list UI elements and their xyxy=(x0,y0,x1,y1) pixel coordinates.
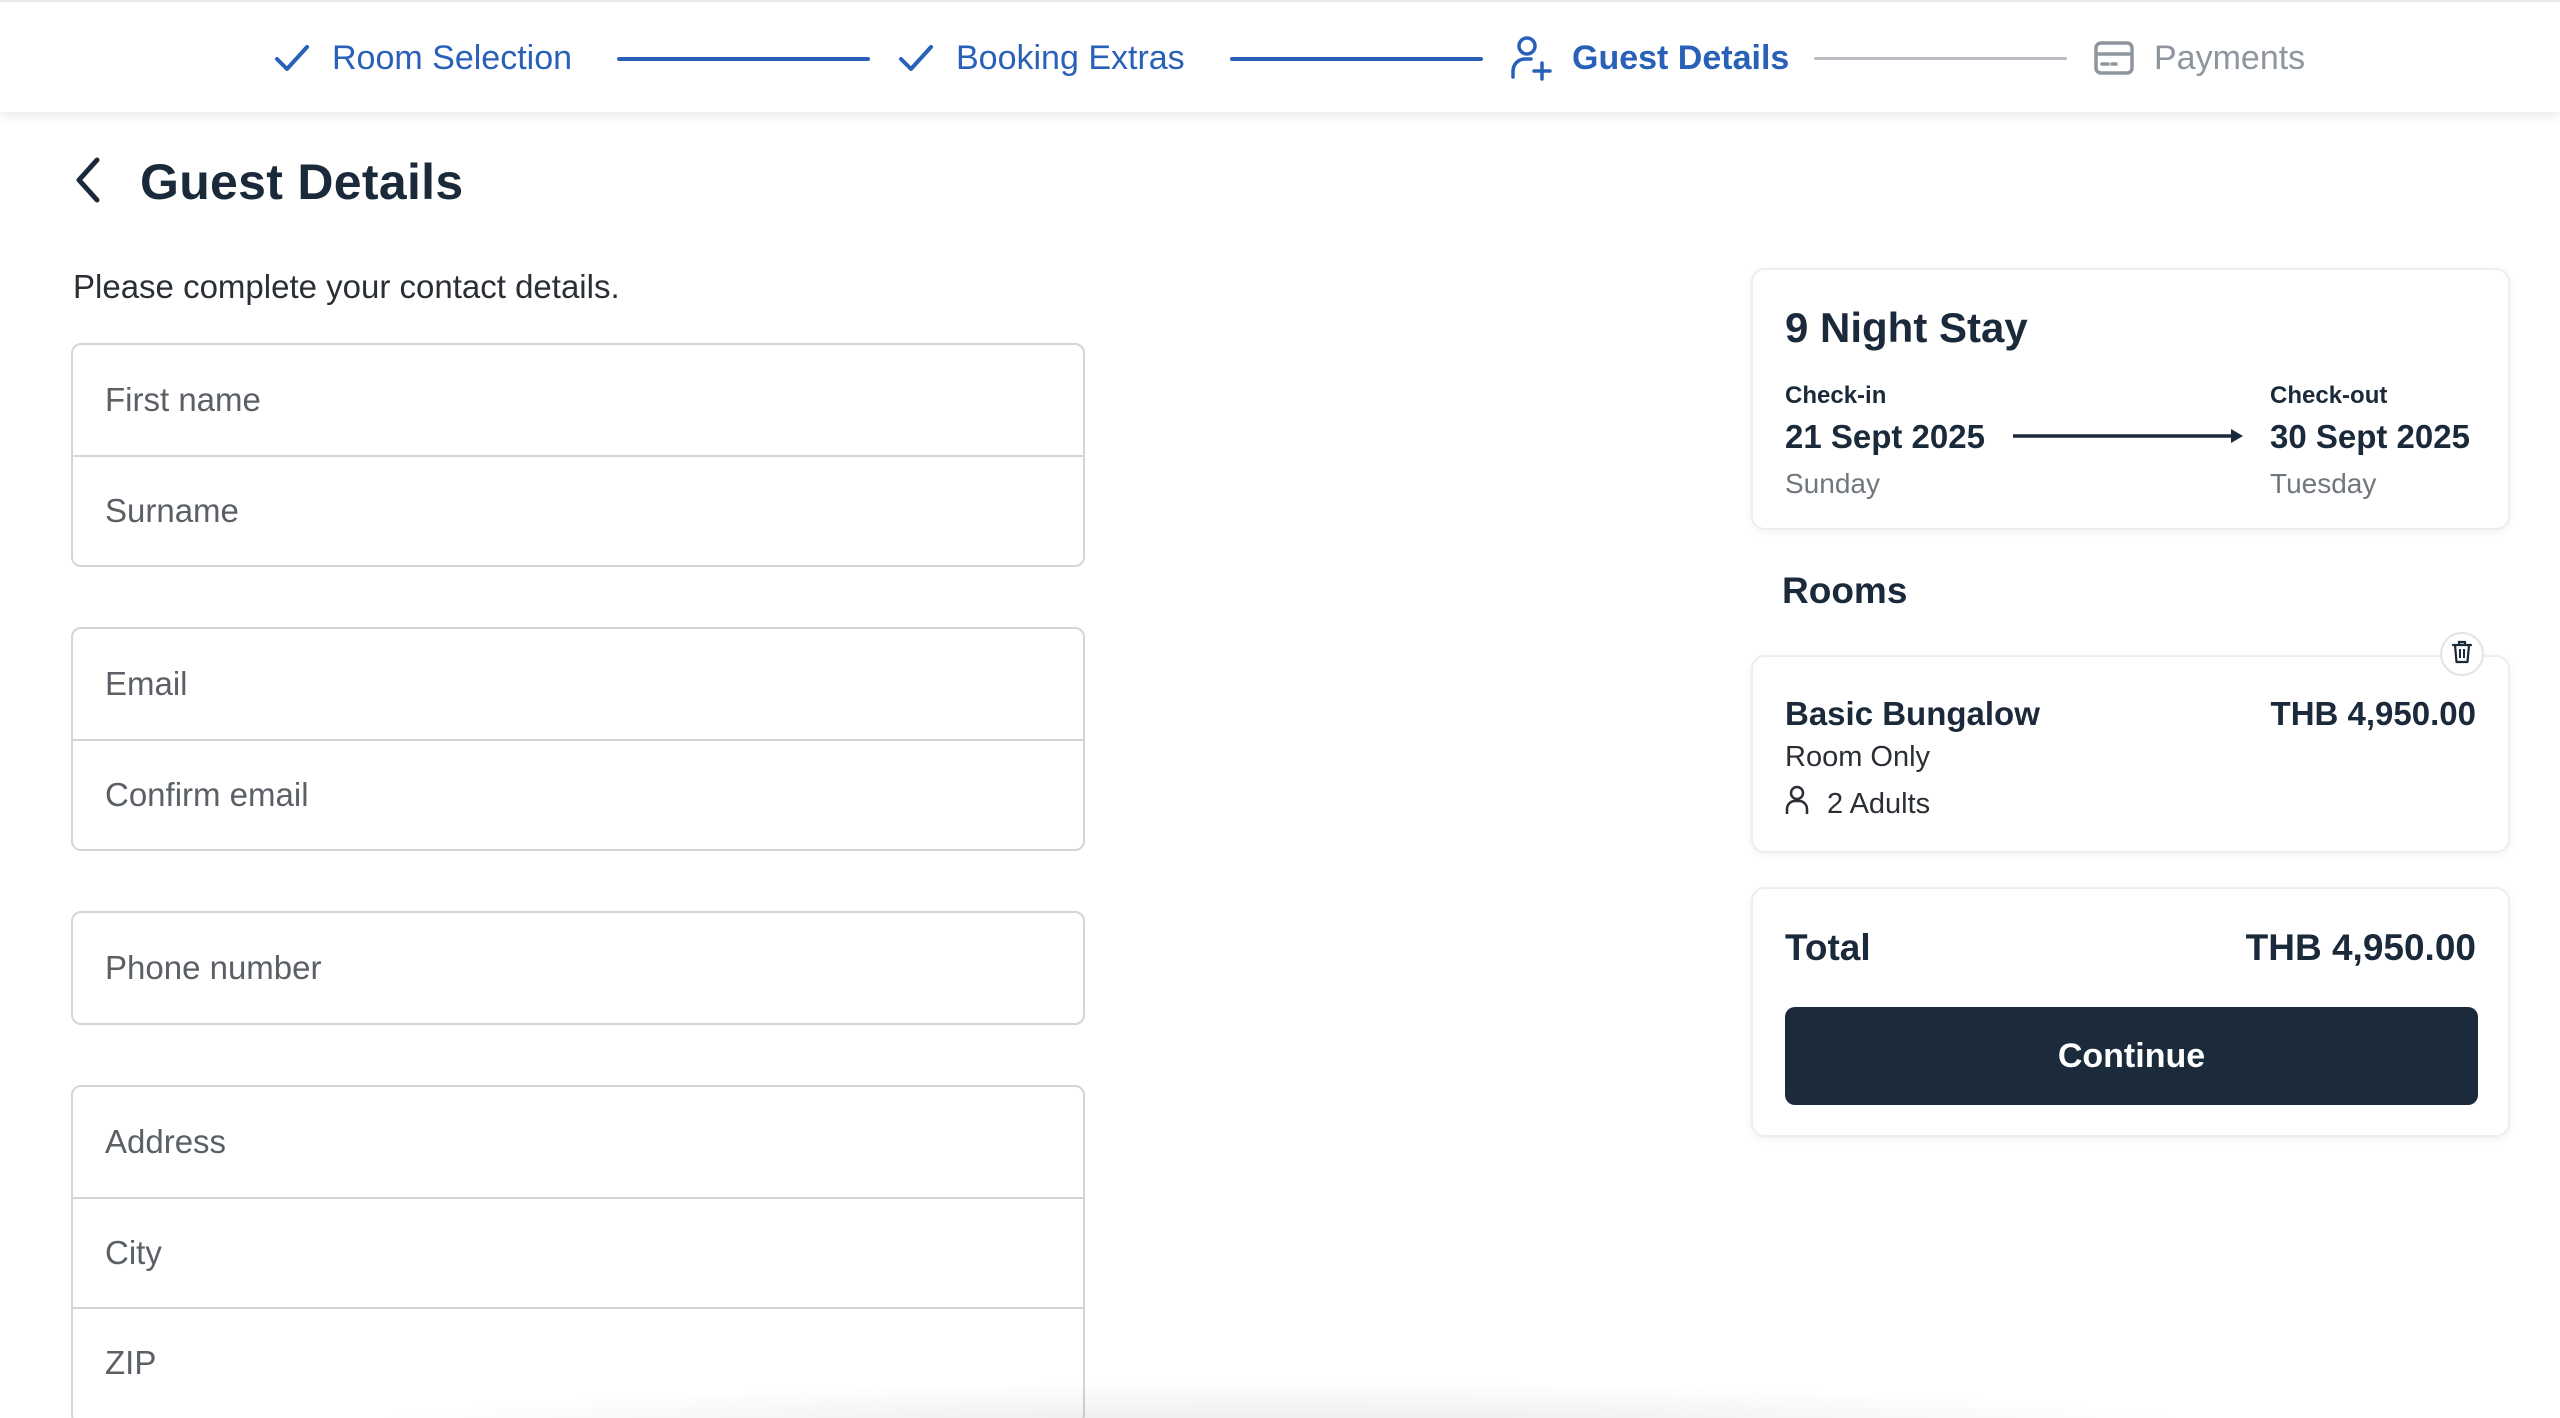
stay-length-title: 9 Night Stay xyxy=(1785,304,2028,351)
check-out-block: Check-out 30 Sept 2025 Tuesday xyxy=(2270,382,2470,500)
address-field[interactable] xyxy=(73,1087,1083,1197)
city-field[interactable] xyxy=(73,1197,1083,1307)
check-out-day: Tuesday xyxy=(2270,468,2377,499)
phone-field-group xyxy=(71,911,1085,1025)
person-add-icon xyxy=(1510,35,1552,81)
credit-card-icon xyxy=(2094,41,2134,75)
chevron-left-icon xyxy=(73,156,103,209)
check-in-date: 21 Sept 2025 xyxy=(1785,418,1985,455)
continue-button[interactable]: Continue xyxy=(1785,1007,2478,1105)
step-payments[interactable]: Payments xyxy=(2094,32,2305,84)
check-out-date: 30 Sept 2025 xyxy=(2270,418,2470,455)
first-name-field[interactable] xyxy=(73,345,1083,455)
check-icon xyxy=(896,38,936,78)
remove-room-button[interactable] xyxy=(2440,632,2484,676)
phone-number-field[interactable] xyxy=(73,913,1083,1023)
room-guests: 2 Adults xyxy=(1785,785,1930,823)
step-label: Booking Extras xyxy=(956,38,1185,77)
booking-stepper: Room Selection Booking Extras Guest Deta… xyxy=(0,0,2560,112)
confirm-email-field[interactable] xyxy=(73,739,1083,849)
address-field-group xyxy=(71,1085,1085,1418)
step-connector xyxy=(1814,57,2067,60)
step-connector xyxy=(1230,57,1483,61)
step-label: Guest Details xyxy=(1572,38,1790,77)
room-price: THB 4,950.00 xyxy=(2270,695,2476,732)
step-booking-extras[interactable]: Booking Extras xyxy=(896,32,1185,84)
step-label: Payments xyxy=(2154,38,2306,77)
room-card: Basic Bungalow THB 4,950.00 Room Only 2 … xyxy=(1751,655,2510,853)
trash-icon xyxy=(2451,640,2473,669)
page-heading: Guest Details xyxy=(68,150,463,214)
page-title: Guest Details xyxy=(140,154,464,210)
step-label: Room Selection xyxy=(332,38,573,77)
zip-field[interactable] xyxy=(73,1307,1083,1417)
total-label: Total xyxy=(1785,927,1871,968)
total-value: THB 4,950.00 xyxy=(2245,927,2476,968)
email-field[interactable] xyxy=(73,629,1083,739)
room-board-type: Room Only xyxy=(1785,741,1931,773)
step-guest-details[interactable]: Guest Details xyxy=(1510,32,1789,84)
back-button[interactable] xyxy=(68,152,108,212)
form-intro-text: Please complete your contact details. xyxy=(73,268,620,305)
check-out-label: Check-out xyxy=(2270,382,2388,409)
name-field-group xyxy=(71,343,1085,567)
arrow-right-icon xyxy=(2011,426,2245,451)
step-connector xyxy=(617,57,870,61)
total-card: Total THB 4,950.00 Continue xyxy=(1751,887,2510,1137)
surname-field[interactable] xyxy=(73,455,1083,565)
room-name: Basic Bungalow xyxy=(1785,695,2040,732)
rooms-heading: Rooms xyxy=(1782,570,1908,611)
check-in-block: Check-in 21 Sept 2025 Sunday xyxy=(1785,382,1985,500)
check-in-label: Check-in xyxy=(1785,382,1887,409)
email-field-group xyxy=(71,627,1085,851)
step-room-selection[interactable]: Room Selection xyxy=(272,32,572,84)
stay-summary-card: 9 Night Stay Check-in 21 Sept 2025 Sunda… xyxy=(1751,268,2510,530)
check-icon xyxy=(272,38,312,78)
check-in-day: Sunday xyxy=(1785,468,1880,499)
room-guests-label: 2 Adults xyxy=(1827,787,1931,820)
person-icon xyxy=(1785,785,1809,823)
